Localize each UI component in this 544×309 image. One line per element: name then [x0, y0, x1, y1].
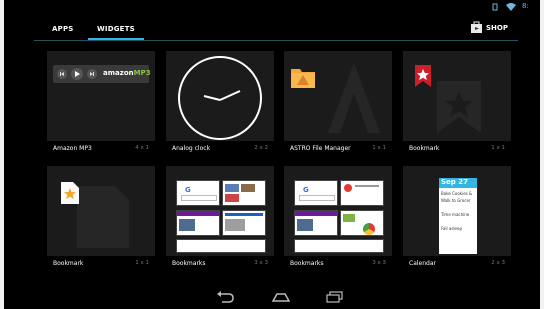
chrome-icon [344, 184, 352, 192]
bookmark-watermark-icon [437, 81, 481, 133]
search-box [181, 195, 217, 201]
play-icon [71, 68, 83, 80]
status-clock: 8: [522, 2, 529, 10]
android-screen: 8: APPS WIDGETS SHOP amazonMP3 Amazon MP… [4, 0, 540, 309]
calendar-event: Time machine [441, 212, 470, 217]
calendar-preview: Sep 27 Bake Cookies & Walk to Grocer Tim… [439, 178, 477, 254]
widget-dims: 1 x 1 [491, 145, 505, 151]
text-line [355, 185, 379, 187]
navigation-bar [4, 287, 540, 309]
widget-label: Analog clock [172, 145, 211, 152]
thumbnail-image [225, 184, 239, 192]
folder-icon [291, 69, 315, 88]
widget-dims: 4 x 1 [135, 145, 149, 151]
tab-divider [34, 40, 518, 41]
widget-dims: 2 x 3 [491, 260, 505, 266]
widget-preview: G [284, 166, 392, 256]
widget-label: Bookmarks [290, 260, 324, 267]
page-watermark-icon [77, 186, 129, 248]
widget-preview: G [166, 166, 274, 256]
widget-astro-file-manager[interactable]: ASTRO File Manager 1 x 1 [284, 51, 392, 163]
previous-icon [57, 69, 67, 79]
widget-bookmarks[interactable]: G Bookmarks 3 x 3 [166, 166, 274, 278]
widget-preview [284, 51, 392, 141]
tab-widgets-indicator [88, 38, 144, 40]
red-bookmark-icon [415, 65, 431, 87]
analog-clock-icon [178, 56, 262, 140]
tab-bar: APPS WIDGETS SHOP [4, 21, 540, 44]
widget-analog-clock[interactable]: Analog clock 2 x 2 [166, 51, 274, 163]
widget-bookmarks-2[interactable]: G Bookmarks 3 x 3 [284, 166, 392, 278]
bookmark-thumbnail [294, 210, 338, 236]
thumbnail-image [179, 219, 195, 231]
amazon-logo-text: amazon [103, 69, 134, 77]
widget-label: ASTRO File Manager [290, 145, 351, 152]
widget-label: Amazon MP3 [53, 145, 92, 152]
shop-button[interactable]: SHOP [486, 24, 508, 32]
thumbnail-image [343, 214, 355, 222]
widget-bookmark[interactable]: Bookmark 1 x 1 [403, 51, 511, 163]
amazon-logo: amazonMP3 [103, 69, 151, 77]
chrome-icon [363, 223, 375, 235]
bookmark-thumbnail [222, 210, 266, 236]
calendar-date: Sep 27 [439, 178, 477, 188]
shop-bag-icon[interactable] [471, 21, 482, 33]
thumbnail-image [225, 219, 245, 231]
widget-amazon-mp3[interactable]: amazonMP3 Amazon MP3 4 x 1 [47, 51, 155, 163]
widget-dims: 1 x 1 [135, 260, 149, 266]
recent-apps-icon[interactable] [326, 291, 344, 303]
widget-dims: 3 x 3 [254, 260, 268, 266]
widget-bookmark-2[interactable]: Bookmark 1 x 1 [47, 166, 155, 278]
widget-label: Bookmark [409, 145, 440, 152]
bookmark-thumbnail: G [294, 180, 338, 206]
widget-preview [47, 166, 155, 256]
bookmark-thumbnail [340, 180, 384, 206]
amazon-logo-suffix: MP3 [133, 69, 151, 77]
widget-dims: 3 x 3 [372, 260, 386, 266]
google-logo: G [303, 186, 309, 194]
site-header [295, 211, 337, 216]
thumbnail-image [297, 219, 313, 231]
widget-dims: 1 x 1 [372, 145, 386, 151]
next-icon [87, 69, 97, 79]
bookmark-thumbnail [294, 239, 384, 253]
widget-calendar[interactable]: Sep 27 Bake Cookies & Walk to Grocer Tim… [403, 166, 511, 278]
bookmark-thumbnail [222, 180, 266, 206]
wifi-icon [506, 3, 516, 11]
widget-preview [166, 51, 274, 141]
google-logo: G [185, 186, 191, 194]
bookmark-thumbnail [176, 210, 220, 236]
widget-label: Bookmarks [172, 260, 206, 267]
bookmark-thumbnail [340, 210, 384, 236]
calendar-event: Walk to Grocer [441, 198, 471, 203]
widget-dims: 2 x 2 [254, 145, 268, 151]
search-box [299, 195, 335, 201]
site-header [225, 213, 263, 216]
calendar-event: Bake Cookies & [441, 191, 473, 196]
tab-widgets[interactable]: WIDGETS [97, 25, 135, 33]
amazon-mp3-player: amazonMP3 [53, 65, 151, 83]
widget-label: Bookmark [53, 260, 84, 267]
status-bar: 8: [480, 0, 540, 14]
calendar-event: Fall asleep [441, 226, 462, 231]
widget-preview [403, 51, 511, 141]
tab-apps[interactable]: APPS [52, 25, 74, 33]
battery-icon [492, 3, 498, 11]
site-header [177, 211, 219, 216]
bookmark-thumbnail: G [176, 180, 220, 206]
thumbnail-image [225, 194, 239, 202]
thumbnail-image [241, 184, 255, 192]
bookmark-thumbnail [176, 239, 266, 253]
widget-preview: Sep 27 Bake Cookies & Walk to Grocer Tim… [403, 166, 511, 256]
home-icon[interactable] [272, 291, 290, 303]
star-page-icon [61, 182, 79, 204]
back-icon[interactable] [216, 291, 234, 303]
widget-label: Calendar [409, 260, 436, 267]
astro-watermark-icon [328, 63, 380, 133]
widget-preview: amazonMP3 [47, 51, 155, 141]
